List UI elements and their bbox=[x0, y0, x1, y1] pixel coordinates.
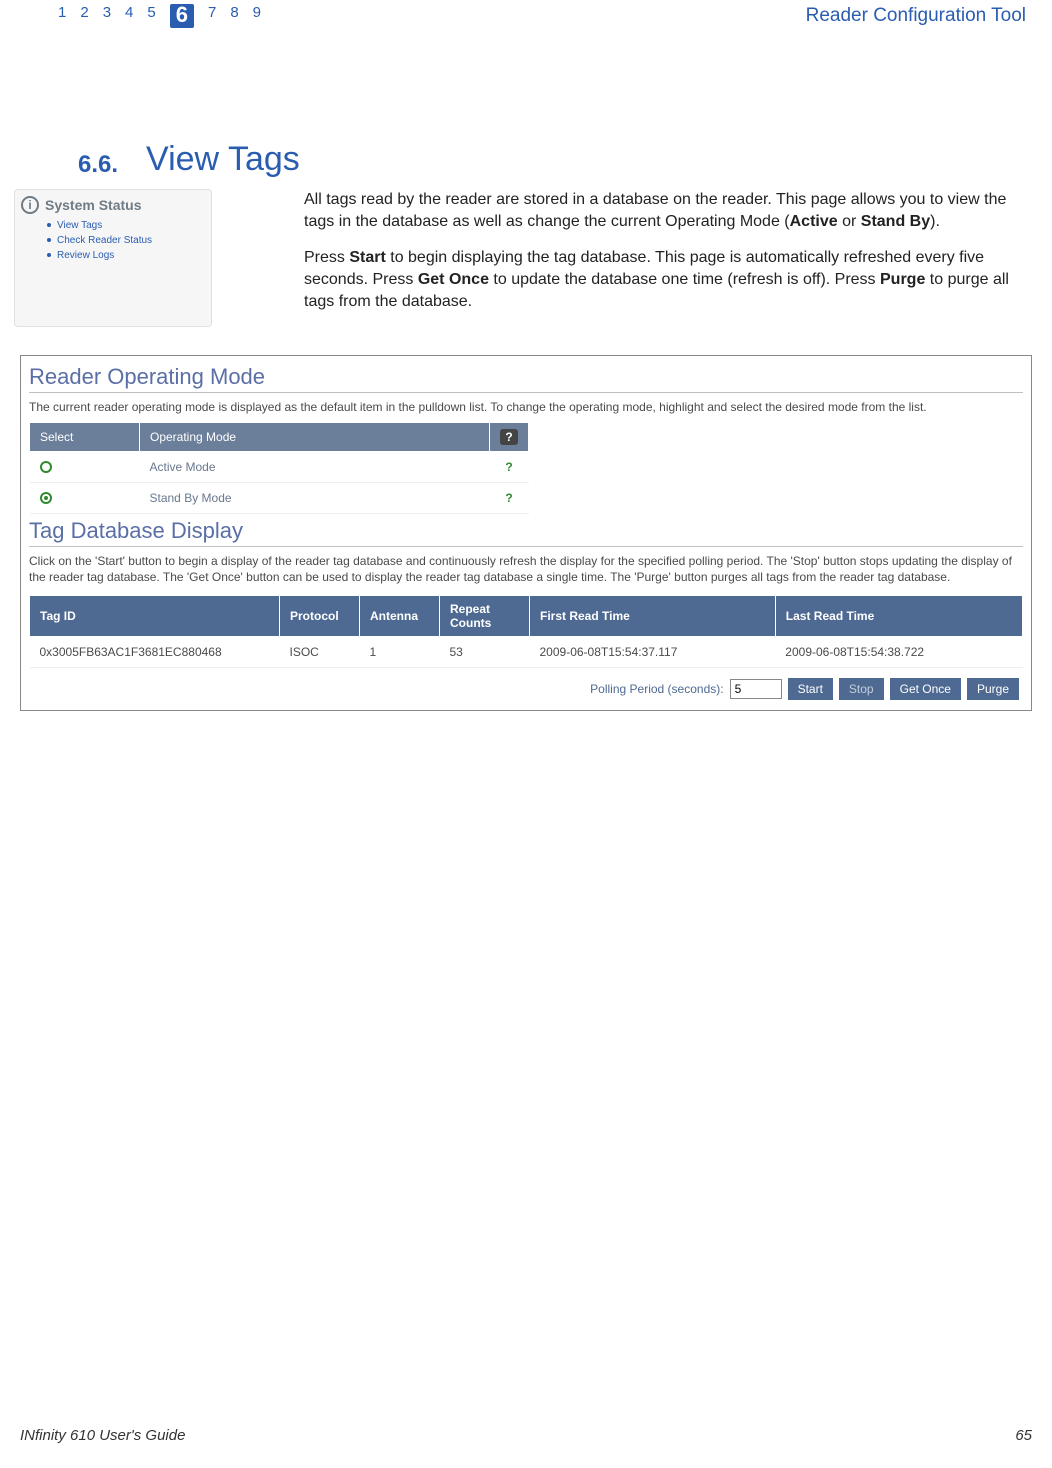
stop-button[interactable]: Stop bbox=[839, 678, 884, 700]
polling-period-input[interactable] bbox=[730, 679, 782, 699]
cell-last-read: 2009-06-08T15:54:38.722 bbox=[775, 636, 1022, 667]
chapter-8[interactable]: 8 bbox=[230, 4, 238, 28]
cell-tag-id: 0x3005FB63AC1F3681EC880468 bbox=[30, 636, 280, 667]
header-chapter-title: Reader Configuration Tool bbox=[806, 5, 1032, 27]
tag-db-heading: Tag Database Display bbox=[29, 518, 1023, 547]
operating-mode-heading: Reader Operating Mode bbox=[29, 364, 1023, 393]
purge-button[interactable]: Purge bbox=[967, 678, 1019, 700]
chapter-1[interactable]: 1 bbox=[58, 4, 66, 28]
col-antenna: Antenna bbox=[360, 595, 440, 636]
help-icon[interactable]: ? bbox=[500, 429, 518, 445]
tag-db-controls: Polling Period (seconds): Start Stop Get… bbox=[29, 678, 1023, 700]
system-status-title: System Status bbox=[45, 197, 141, 213]
start-button[interactable]: Start bbox=[788, 678, 833, 700]
operating-mode-description: The current reader operating mode is dis… bbox=[29, 399, 1023, 415]
radio-standby-mode[interactable] bbox=[40, 492, 52, 504]
cell-repeat: 53 bbox=[440, 636, 530, 667]
reader-ui-panel: Reader Operating Mode The current reader… bbox=[20, 355, 1032, 711]
info-icon: i bbox=[21, 196, 39, 214]
operating-mode-table: Select Operating Mode ? Active Mode ? St… bbox=[29, 422, 529, 514]
tag-database-table: Tag ID Protocol Antenna Repeat Counts Fi… bbox=[29, 595, 1023, 668]
chapter-2[interactable]: 2 bbox=[80, 4, 88, 28]
col-select: Select bbox=[30, 422, 140, 451]
chapter-4[interactable]: 4 bbox=[125, 4, 133, 28]
col-first-read-time: First Read Time bbox=[530, 595, 776, 636]
chapter-3[interactable]: 3 bbox=[103, 4, 111, 28]
chapter-9[interactable]: 9 bbox=[253, 4, 261, 28]
tag-db-description: Click on the 'Start' button to begin a d… bbox=[29, 553, 1023, 585]
col-operating-mode: Operating Mode bbox=[140, 422, 490, 451]
chapter-nav: 1 2 3 4 5 6 7 8 9 bbox=[20, 4, 261, 28]
footer-page-number: 65 bbox=[1015, 1427, 1032, 1444]
mode-row-active: Active Mode ? bbox=[30, 451, 529, 482]
section-title: View Tags bbox=[146, 140, 300, 179]
get-once-button[interactable]: Get Once bbox=[890, 678, 961, 700]
chapter-5[interactable]: 5 bbox=[147, 4, 155, 28]
system-status-link-review-logs[interactable]: Review Logs bbox=[57, 248, 203, 263]
col-protocol: Protocol bbox=[280, 595, 360, 636]
cell-antenna: 1 bbox=[360, 636, 440, 667]
tag-row: 0x3005FB63AC1F3681EC880468 ISOC 1 53 200… bbox=[30, 636, 1023, 667]
system-status-link-view-tags[interactable]: View Tags bbox=[57, 218, 203, 233]
cell-first-read: 2009-06-08T15:54:37.117 bbox=[530, 636, 776, 667]
system-status-link-check-status[interactable]: Check Reader Status bbox=[57, 233, 203, 248]
row-help-standby[interactable]: ? bbox=[490, 482, 529, 513]
section-number: 6.6. bbox=[78, 151, 118, 179]
cell-protocol: ISOC bbox=[280, 636, 360, 667]
radio-active-mode[interactable] bbox=[40, 461, 52, 473]
col-tag-id: Tag ID bbox=[30, 595, 280, 636]
mode-label-active: Active Mode bbox=[140, 451, 490, 482]
chapter-6-current[interactable]: 6 bbox=[170, 4, 194, 28]
col-last-read-time: Last Read Time bbox=[775, 595, 1022, 636]
col-repeat-counts: Repeat Counts bbox=[440, 595, 530, 636]
col-help[interactable]: ? bbox=[490, 422, 529, 451]
footer-document-title: INfinity 610 User's Guide bbox=[20, 1427, 185, 1444]
mode-label-standby: Stand By Mode bbox=[140, 482, 490, 513]
intro-text: All tags read by the reader are stored i… bbox=[234, 189, 1032, 327]
chapter-7[interactable]: 7 bbox=[208, 4, 216, 28]
mode-row-standby: Stand By Mode ? bbox=[30, 482, 529, 513]
polling-period-label: Polling Period (seconds): bbox=[590, 682, 723, 696]
system-status-panel: i System Status View Tags Check Reader S… bbox=[14, 189, 212, 327]
row-help-active[interactable]: ? bbox=[490, 451, 529, 482]
